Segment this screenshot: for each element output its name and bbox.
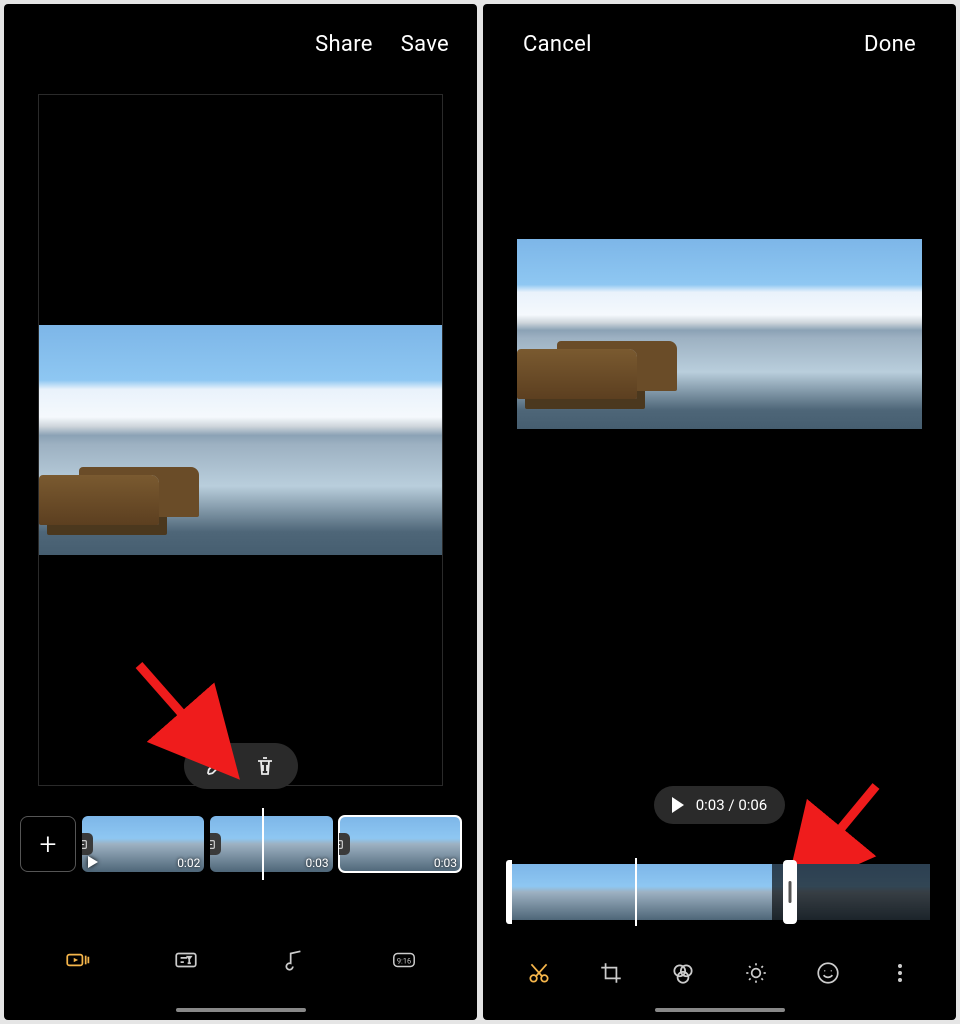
trim-frames (509, 864, 930, 920)
cancel-button[interactable]: Cancel (523, 32, 592, 57)
editor-toolbar (483, 938, 956, 1008)
trim-strip[interactable] (509, 864, 930, 920)
pencil-icon (205, 754, 229, 778)
crop-icon (598, 960, 624, 986)
smiley-icon (815, 960, 841, 986)
transition-button[interactable] (210, 833, 221, 855)
playback-pill[interactable]: 0:03 / 0:06 (654, 786, 786, 824)
timeline-strip[interactable]: + 0:02 0:03 0:03 (20, 814, 461, 874)
filters-icon (670, 960, 696, 986)
music-note-icon (282, 947, 308, 973)
crop-tool[interactable] (596, 958, 626, 988)
transition-button[interactable] (82, 833, 93, 855)
playback-time: 0:03 / 0:06 (696, 796, 768, 814)
scissors-icon (526, 960, 552, 986)
video-editor-timeline-screen: Share Save + 0:02 0: (4, 4, 477, 1020)
home-indicator[interactable] (176, 1008, 306, 1012)
caption-tab[interactable] (171, 945, 201, 975)
top-bar: Share Save (4, 4, 477, 84)
add-clip-button[interactable]: + (20, 816, 76, 872)
transition-button[interactable] (339, 833, 350, 855)
video-trim-screen: Cancel Done 0:03 / 0:06 (483, 4, 956, 1020)
trash-icon (253, 754, 277, 778)
bottom-toolbar: 9:16 (4, 918, 477, 1008)
trim-tool[interactable] (524, 958, 554, 988)
music-tab[interactable] (280, 945, 310, 975)
clip-duration: 0:02 (177, 856, 200, 870)
preview-area[interactable] (517, 84, 922, 624)
filter-tool[interactable] (668, 958, 698, 988)
video-preview (39, 325, 442, 555)
sticker-tool[interactable] (813, 958, 843, 988)
clip-3-selected[interactable]: 0:03 (339, 816, 461, 872)
done-button[interactable]: Done (864, 32, 916, 57)
caption-icon (173, 947, 199, 973)
playhead[interactable] (635, 858, 637, 926)
clip-1[interactable]: 0:02 (82, 816, 204, 872)
trim-end-handle[interactable] (783, 860, 797, 924)
aspect-ratio-icon: 9:16 (391, 947, 417, 973)
clip-2[interactable]: 0:03 (210, 816, 332, 872)
brightness-icon (743, 960, 769, 986)
play-icon (672, 797, 684, 813)
home-indicator[interactable] (655, 1008, 785, 1012)
save-button[interactable]: Save (401, 32, 449, 57)
adjust-tool[interactable] (741, 958, 771, 988)
more-button[interactable] (885, 958, 915, 988)
video-preview (517, 239, 922, 429)
video-frames-icon (64, 947, 90, 973)
timeline-tab[interactable] (62, 945, 92, 975)
edit-clip-button[interactable] (204, 753, 230, 779)
play-icon (88, 856, 98, 868)
clip-duration: 0:03 (306, 856, 329, 870)
aspect-ratio-tab[interactable]: 9:16 (389, 945, 419, 975)
clip-actions-pill (184, 743, 298, 789)
preview-frame[interactable] (38, 94, 443, 786)
clip-duration: 0:03 (434, 856, 457, 870)
delete-clip-button[interactable] (252, 753, 278, 779)
svg-text:9:16: 9:16 (397, 957, 411, 966)
playhead[interactable] (262, 808, 264, 880)
top-bar: Cancel Done (483, 4, 956, 84)
more-icon (898, 964, 902, 982)
share-button[interactable]: Share (315, 32, 373, 57)
trim-start-handle[interactable] (506, 860, 512, 924)
